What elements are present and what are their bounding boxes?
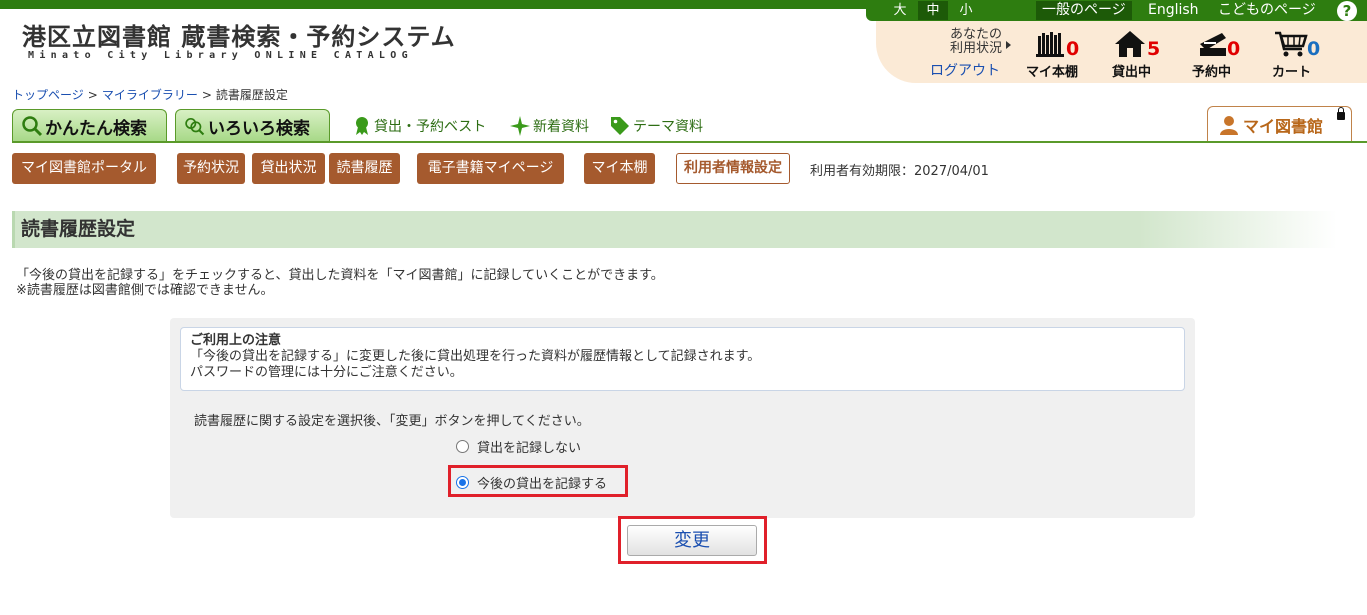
link-general-page[interactable]: 一般のページ (1036, 1, 1132, 20)
tab-best[interactable]: 貸出・予約ベスト (353, 116, 486, 136)
tab-new-items[interactable]: 新着資料 (510, 116, 589, 136)
magnifier-multi-icon (185, 117, 205, 136)
subnav-user-settings[interactable]: 利用者情報設定 (676, 153, 790, 184)
logout-link[interactable]: ログアウト (930, 60, 1000, 80)
site-subtitle: Minato City Library ONLINE CATALOG (28, 50, 413, 61)
magnifier-icon (22, 116, 43, 137)
breadcrumb-my-library[interactable]: マイライブラリー (102, 88, 198, 102)
breadcrumb-top[interactable]: トップページ (12, 88, 84, 102)
validity-date: 利用者有効期限：2027/04/01 (810, 164, 989, 179)
house-icon (1115, 31, 1145, 57)
subnav-reading-history[interactable]: 読書履歴 (329, 153, 400, 184)
breadcrumb-current: 読書履歴設定 (215, 88, 288, 102)
reservation-icon (1200, 33, 1226, 56)
subnav-ebook-mypage[interactable]: 電子書籍マイページ (417, 153, 564, 184)
link-english[interactable]: English (1148, 1, 1199, 20)
tab-simple-search[interactable]: かんたん検索 (12, 109, 167, 142)
option-record-future[interactable]: 今後の貸出を記録する (456, 473, 607, 492)
sparkle-icon (510, 116, 530, 136)
subnav-my-bookshelf[interactable]: マイ本棚 (584, 153, 655, 184)
option-no-record[interactable]: 貸出を記録しない (456, 437, 581, 456)
tab-divider (12, 141, 1367, 143)
arrow-right-icon (1006, 41, 1011, 49)
medal-icon (356, 117, 368, 135)
help-icon[interactable]: ? (1337, 1, 1357, 21)
user-icon (1220, 116, 1238, 135)
radio-record-future[interactable] (456, 476, 469, 489)
cart-icon (1275, 31, 1308, 57)
status-label: あなたの 利用状況 (949, 27, 1002, 56)
stat-reserved[interactable]: 0 予約中 (1192, 30, 1247, 80)
font-size-large[interactable]: 大 (885, 1, 915, 20)
change-button[interactable]: 変更 (627, 525, 757, 556)
stat-on-loan[interactable]: 5 貸出中 (1110, 30, 1165, 80)
stat-my-bookshelf[interactable]: 0 マイ本棚 (1026, 30, 1086, 80)
tab-theme[interactable]: テーマ資料 (610, 116, 703, 136)
stat-cart[interactable]: 0 カート (1270, 30, 1325, 80)
instruction-text: 読書履歴に関する設定を選択後、「変更」ボタンを押してください。 (194, 414, 590, 429)
tag-icon (611, 117, 629, 135)
subnav-portal[interactable]: マイ図書館ポータル (12, 153, 156, 184)
link-kids-page[interactable]: こどものページ (1218, 1, 1316, 20)
tab-my-library[interactable]: マイ図書館 (1207, 106, 1352, 143)
page-description: 「今後の貸出を記録する」をチェックすると、貸出した資料を「マイ図書館」に記録して… (16, 268, 664, 298)
bookshelf-icon (1036, 32, 1064, 57)
notice-box: ご利用上の注意 「今後の貸出を記録する」に変更した後に貸出処理を行った資料が履歴… (180, 327, 1185, 391)
subnav-loans[interactable]: 貸出状況 (252, 153, 325, 184)
lock-icon (1337, 107, 1345, 120)
font-size-small[interactable]: 小 (951, 1, 981, 20)
subnav-reservations[interactable]: 予約状況 (177, 153, 245, 184)
page-title: 読書履歴設定 (12, 211, 1337, 248)
site-title[interactable]: 港区立図書館 蔵書検索・予約システム (22, 17, 456, 52)
radio-no-record[interactable] (456, 440, 469, 453)
tab-advanced-search[interactable]: いろいろ検索 (175, 109, 330, 142)
font-size-medium[interactable]: 中 (918, 1, 948, 20)
breadcrumb: トップページ > マイライブラリー > 読書履歴設定 (12, 88, 288, 102)
